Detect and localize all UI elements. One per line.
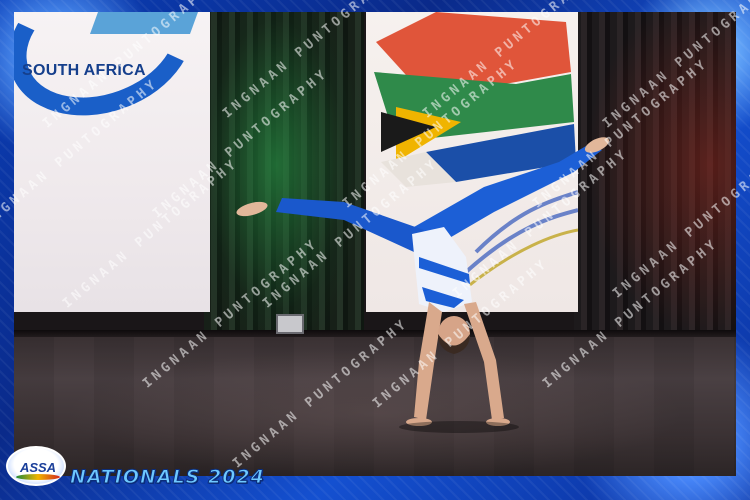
logo-swoosh-icon bbox=[16, 474, 60, 480]
gymnast-figure bbox=[236, 137, 610, 433]
assa-logo-text: ASSA bbox=[19, 460, 57, 475]
event-photo: SOUTH AFRICA bbox=[14, 12, 736, 476]
event-title: NATIONALS 2024 bbox=[70, 466, 265, 489]
assa-logo: ASSA bbox=[6, 446, 66, 486]
